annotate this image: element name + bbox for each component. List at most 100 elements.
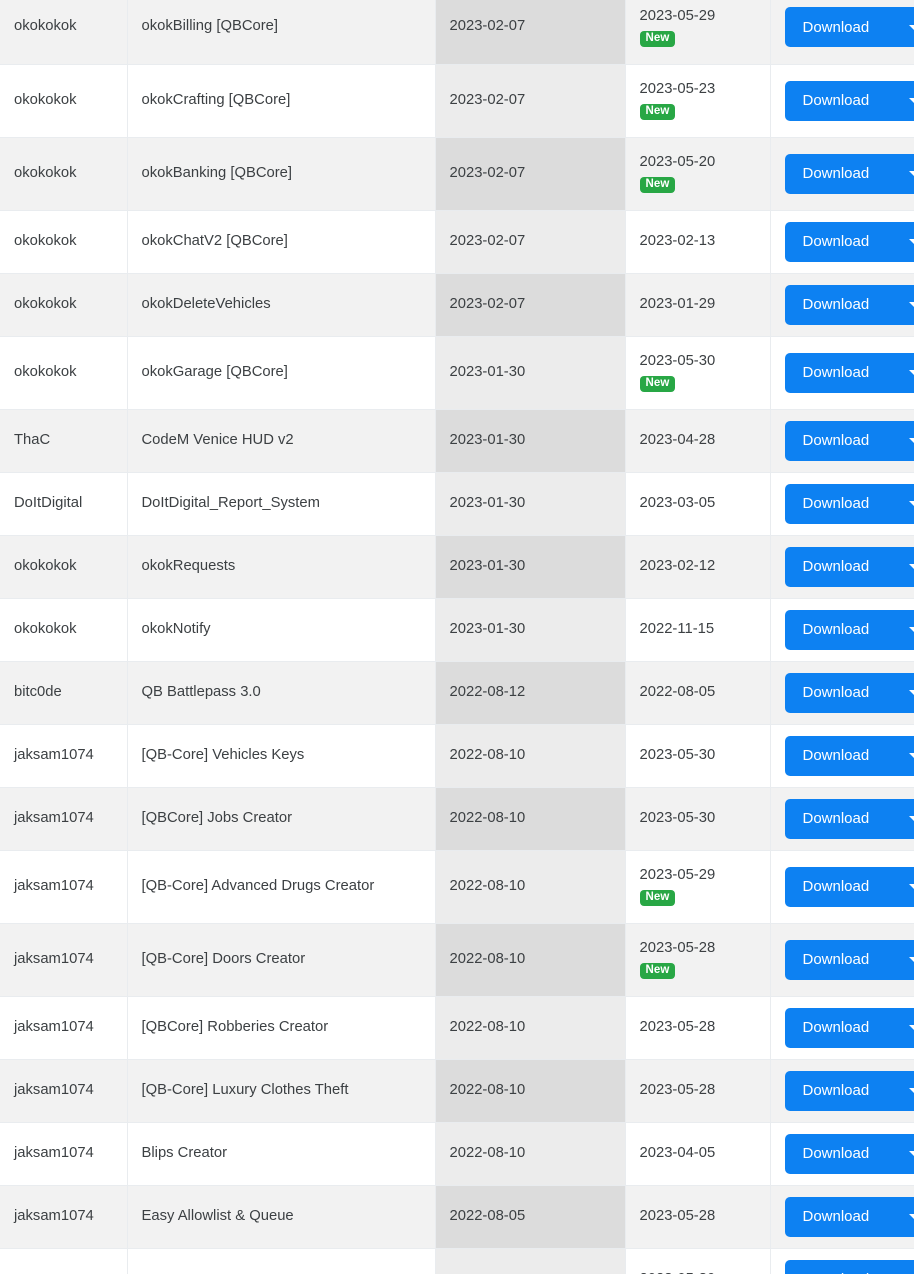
cell-title: okokGarage [QBCore]: [127, 336, 436, 410]
cell-created-date: 2022-08-10: [435, 850, 626, 924]
cell-title: QB Battlepass 3.0: [127, 661, 436, 725]
chevron-down-icon[interactable]: [908, 239, 914, 244]
chevron-down-icon[interactable]: [908, 627, 914, 632]
chevron-down-icon[interactable]: [908, 1151, 914, 1156]
cell-action: Download: [770, 1059, 914, 1123]
cell-author: jaksam1074: [0, 1059, 128, 1123]
cell-title: okokBilling [QBCore]: [127, 0, 436, 65]
resource-table-viewport[interactable]: okokokok okokBilling [QBCore] 2023-02-07 20…: [0, 0, 914, 1274]
cell-title: okokDeleteVehicles: [127, 273, 436, 337]
download-button[interactable]: Download: [784, 735, 914, 776]
updated-date-text: 2023-03-05: [639, 494, 716, 511]
chevron-down-icon[interactable]: [908, 24, 914, 30]
cell-action: Download: [770, 472, 914, 536]
cell-created-date: 2023-02-07: [435, 137, 626, 211]
updated-date-text: 2023-05-29: [639, 866, 716, 883]
download-button[interactable]: Download: [784, 672, 914, 713]
table-row: jaksam1074 [QBCore] Robberies Creator 2022…: [0, 996, 914, 1060]
chevron-down-icon[interactable]: [908, 1088, 914, 1093]
cell-action: Download: [770, 996, 914, 1060]
download-button[interactable]: Download: [784, 221, 914, 262]
cell-action: Download: [770, 1122, 914, 1186]
cell-created-date: 2022-08-10: [435, 724, 626, 788]
download-button-label: Download: [802, 92, 870, 109]
status-badge-new: New: [639, 375, 676, 393]
chevron-down-icon[interactable]: [908, 564, 914, 569]
cell-created-date: 2023-01-30: [435, 472, 626, 536]
chevron-down-icon[interactable]: [908, 816, 914, 821]
download-button[interactable]: Download: [784, 420, 914, 461]
cell-author: [0, 1248, 128, 1274]
updated-date-text: 2023-05-28: [639, 939, 716, 956]
download-button[interactable]: Download: [784, 798, 914, 839]
cell-action: Download: [770, 661, 914, 725]
cell-title: [QB-Core] Doors Creator: [127, 923, 436, 997]
chevron-down-icon[interactable]: [908, 957, 914, 962]
chevron-down-icon[interactable]: [908, 98, 914, 103]
chevron-down-icon[interactable]: [908, 884, 914, 889]
cell-action: Download: [770, 598, 914, 662]
chevron-down-icon[interactable]: [908, 690, 914, 695]
download-button[interactable]: Download: [784, 284, 914, 325]
cell-author: okokokok: [0, 598, 128, 662]
cell-action: Download: [770, 64, 914, 138]
table-row: jaksam1074 Easy Allowlist & Queue 2022-08-…: [0, 1185, 914, 1249]
cell-updated-date: 2023-02-13: [625, 210, 771, 274]
chevron-down-icon[interactable]: [908, 501, 914, 506]
cell-updated-date: 2023-05-30: [625, 1248, 771, 1274]
cell-author: okokokok: [0, 210, 128, 274]
cell-updated-date: 2023-04-28: [625, 409, 771, 473]
download-button[interactable]: Download: [784, 1070, 914, 1111]
cell-updated-date: 2022-11-15: [625, 598, 771, 662]
download-button[interactable]: Download: [784, 1259, 914, 1274]
cell-author: okokokok: [0, 0, 128, 65]
updated-date-text: 2022-08-05: [639, 683, 716, 700]
updated-date-text: 2023-05-20: [639, 153, 716, 170]
download-button-label: Download: [802, 165, 870, 182]
updated-date-text: 2023-05-30: [639, 746, 716, 763]
download-button[interactable]: Download: [784, 80, 914, 121]
table-row: jaksam1074 [QB-Core] Luxury Clothes Theft…: [0, 1059, 914, 1123]
download-button-label: Download: [802, 1082, 870, 1099]
download-button[interactable]: Download: [784, 153, 914, 194]
cell-title: [QB-Core] Vehicles Keys: [127, 724, 436, 788]
download-button[interactable]: Download: [784, 352, 914, 393]
table-row: ThaC CodeM Venice HUD v2 2023-01-30 2023-04…: [0, 409, 914, 473]
download-button[interactable]: Download: [784, 609, 914, 650]
chevron-down-icon[interactable]: [908, 370, 914, 375]
cell-updated-date: 2022-08-05: [625, 661, 771, 725]
cell-updated-date: 2023-05-20 New: [625, 137, 771, 211]
download-button-label: Download: [802, 951, 870, 968]
download-button-label: Download: [802, 432, 870, 449]
cell-action: Download: [770, 1248, 914, 1274]
table-row: jaksam1074 [QB-Core] Vehicles Keys 2022-08…: [0, 724, 914, 788]
download-button[interactable]: Download: [784, 939, 914, 980]
download-button[interactable]: Download: [784, 1133, 914, 1174]
cell-action: Download: [770, 724, 914, 788]
chevron-down-icon[interactable]: [908, 1025, 914, 1030]
cell-action: Download: [770, 850, 914, 924]
chevron-down-icon[interactable]: [908, 1214, 914, 1219]
cell-author: okokokok: [0, 535, 128, 599]
table-row: okokokok okokChatV2 [QBCore] 2023-02-07 202…: [0, 210, 914, 274]
cell-created-date: 2023-01-30: [435, 409, 626, 473]
download-button[interactable]: Download: [784, 483, 914, 524]
download-button-label: Download: [802, 747, 870, 764]
download-button[interactable]: Download: [784, 866, 914, 907]
table-row: jaksam1074 Blips Creator 2022-08-10 2023-04…: [0, 1122, 914, 1186]
table-row: bitc0de QB Battlepass 3.0 2022-08-12 2022-0…: [0, 661, 914, 725]
download-button[interactable]: Download: [784, 7, 914, 48]
cell-action: Download: [770, 535, 914, 599]
chevron-down-icon[interactable]: [908, 438, 914, 443]
download-button[interactable]: Download: [784, 1007, 914, 1048]
cell-title: DoItDigital_Report_System: [127, 472, 436, 536]
cell-author: jaksam1074: [0, 724, 128, 788]
chevron-down-icon[interactable]: [908, 753, 914, 758]
chevron-down-icon[interactable]: [908, 302, 914, 307]
status-badge-new: New: [639, 176, 676, 194]
cell-title: [127, 1248, 436, 1274]
cell-author: okokokok: [0, 64, 128, 138]
download-button[interactable]: Download: [784, 546, 914, 587]
download-button[interactable]: Download: [784, 1196, 914, 1237]
chevron-down-icon[interactable]: [908, 171, 914, 176]
